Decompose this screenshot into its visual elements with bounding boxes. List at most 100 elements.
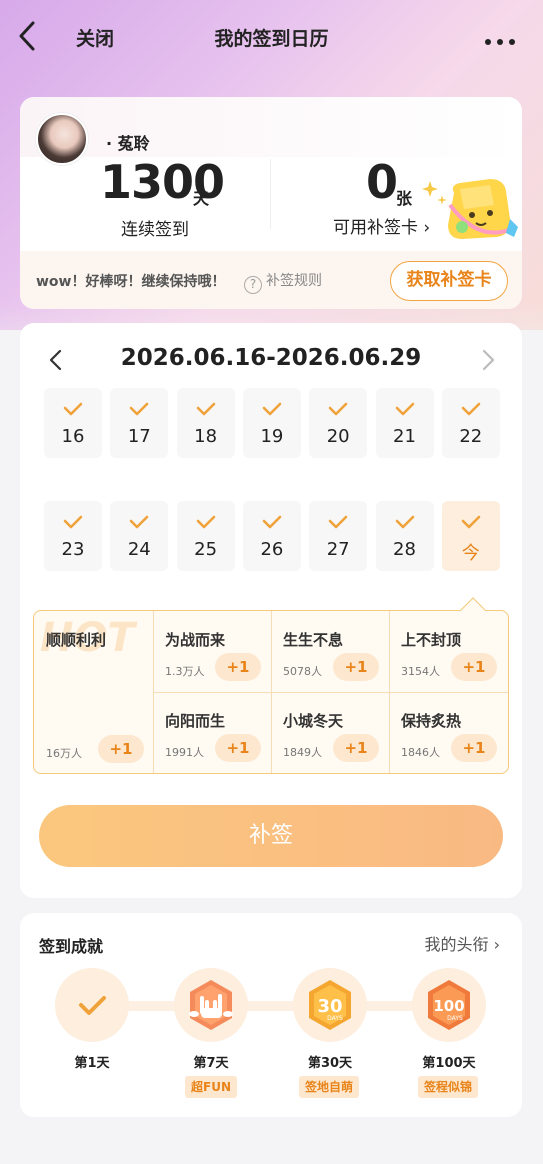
check-icon <box>395 515 414 529</box>
calendar-day[interactable]: 28 <box>375 501 434 571</box>
check-icon <box>328 402 348 416</box>
day-number: 18 <box>194 426 218 447</box>
hot-topic[interactable]: 保持炙热 1846人 +1 <box>389 692 507 773</box>
achievements-card: 签到成就 我的头衔 › 30 DAYS 100 DAYS 第1天 第7天 第30… <box>20 913 522 1117</box>
topic-name: 小城冬天 <box>283 712 344 730</box>
hot-topics-panel: HOT 顺顺利利 16万人 +1 为战而来 1.3万人 +1 生生不息 5078人 +1 上… <box>33 610 509 774</box>
top-bar: 关闭 我的签到日历 <box>0 0 543 72</box>
check-icon <box>461 402 481 416</box>
svg-text:DAYS: DAYS <box>327 1015 343 1022</box>
topic-plus-one-button[interactable]: +1 <box>215 653 261 681</box>
topic-plus-one-button[interactable]: +1 <box>451 653 497 681</box>
calendar-day[interactable]: 23 <box>44 501 102 571</box>
calendar-day[interactable]: 19 <box>242 388 301 458</box>
get-makeup-card-button[interactable]: 获取补签卡 <box>390 261 508 301</box>
achievement-day-1[interactable] <box>55 968 129 1042</box>
day-number: 21 <box>393 426 416 447</box>
topic-plus-one-button[interactable]: +1 <box>333 653 379 681</box>
day-number: 23 <box>61 539 85 560</box>
check-icon <box>63 402 83 416</box>
topic-name: 生生不息 <box>283 631 344 649</box>
calendar-day[interactable]: 27 <box>309 501 368 571</box>
achievement-day-label: 第30天 <box>307 1056 353 1071</box>
30-days-badge-icon: 30 DAYS <box>309 980 351 1030</box>
achievement-day-label: 第1天 <box>74 1056 110 1071</box>
calendar-day[interactable]: 21 <box>375 388 434 458</box>
encouragement-bar: wow！好棒呀！继续保持哦！ ? 补签规则 获取补签卡 <box>20 251 522 309</box>
achievement-title-tag: 签地自萌 <box>299 1076 360 1098</box>
achievement-title-tag: 超FUN <box>185 1076 237 1098</box>
rock-hand-badge-icon <box>189 980 233 1030</box>
calendar-day[interactable]: 20 <box>309 388 368 458</box>
sign-in-rules-label: 补签规则 <box>266 273 322 289</box>
streak-days-unit: 天 <box>193 189 210 208</box>
my-titles-link[interactable]: 我的头衔 › <box>425 931 501 955</box>
day-number: 20 <box>326 426 350 447</box>
check-icon <box>129 515 149 529</box>
available-cards-link[interactable]: 可用补签卡 › <box>333 213 430 238</box>
calendar-day[interactable]: 24 <box>110 501 169 571</box>
check-icon <box>262 515 282 529</box>
date-range: 2026.06.16-2026.06.29 <box>120 345 422 371</box>
check-icon <box>129 402 149 416</box>
check-icon <box>461 515 481 529</box>
sign-in-calendar-card: 2026.06.16-2026.06.29 16 17 18 19 20 21 22 23 24… <box>20 323 522 898</box>
topic-name: 保持炙热 <box>401 712 462 730</box>
makeup-cards-count: 0 <box>366 155 398 209</box>
achievement-day-label: 第100天 <box>422 1056 476 1071</box>
day-number: 17 <box>127 426 151 447</box>
topic-count: 3154人 <box>401 665 440 678</box>
hot-topic[interactable]: 小城冬天 1849人 +1 <box>271 692 389 773</box>
day-number: 27 <box>326 539 350 560</box>
achievement-day-label: 第7天 <box>193 1056 229 1071</box>
check-icon <box>79 996 106 1015</box>
sign-in-summary-card: · 菟聆 1300 天 连续签到 0 张 可用补签卡 › wow！好棒呀！继续保… <box>20 97 522 309</box>
check-icon <box>328 515 348 529</box>
achievement-day-30[interactable]: 30 DAYS <box>293 968 367 1042</box>
question-icon: ? <box>244 276 262 294</box>
svg-text:100: 100 <box>433 997 464 1015</box>
hot-topic[interactable]: 生生不息 5078人 +1 <box>271 611 389 692</box>
calendar-day[interactable]: 22 <box>441 388 500 458</box>
day-number: 16 <box>61 426 85 447</box>
streak-label: 连续签到 <box>121 220 189 240</box>
page-title: 我的签到日历 <box>214 28 329 50</box>
topic-name: 为战而来 <box>165 631 226 649</box>
card-top-tint <box>20 97 522 157</box>
next-period-icon[interactable] <box>478 347 498 373</box>
svg-text:DAYS: DAYS <box>447 1015 463 1022</box>
topic-name: 向阳而生 <box>165 712 226 730</box>
username: · 菟聆 <box>106 134 150 153</box>
calendar-day[interactable]: 18 <box>176 388 235 458</box>
sign-in-rules-link[interactable]: ? 补签规则 <box>244 270 322 294</box>
check-icon <box>262 402 282 416</box>
hot-topic[interactable]: 为战而来 1.3万人 +1 <box>153 611 271 692</box>
hot-topic[interactable]: 向阳而生 1991人 +1 <box>153 692 271 773</box>
day-number: 19 <box>260 426 284 447</box>
more-options-icon[interactable] <box>485 30 521 45</box>
avatar[interactable] <box>36 113 88 165</box>
calendar-day[interactable]: 26 <box>242 501 301 571</box>
topic-plus-one-button[interactable]: +1 <box>98 735 144 763</box>
achievement-day-100[interactable]: 100 DAYS <box>412 968 486 1042</box>
topic-plus-one-button[interactable]: +1 <box>333 734 379 762</box>
check-icon <box>196 402 215 416</box>
check-icon <box>63 515 83 529</box>
day-number: 26 <box>260 539 284 560</box>
topic-count: 1991人 <box>165 746 204 759</box>
topic-name: 上不封顶 <box>401 631 462 649</box>
topic-plus-one-button[interactable]: +1 <box>215 734 261 762</box>
calendar-day[interactable]: 16 <box>44 388 102 458</box>
100-days-badge-icon: 100 DAYS <box>428 980 470 1030</box>
calendar-day[interactable]: 25 <box>176 501 235 571</box>
makeup-sign-in-button[interactable]: 补签 <box>39 805 503 867</box>
calendar-day[interactable]: 17 <box>110 388 169 458</box>
hot-topic-featured[interactable]: 顺顺利利 16万人 +1 <box>34 611 153 773</box>
achievement-day-7[interactable] <box>174 968 248 1042</box>
topic-plus-one-button[interactable]: +1 <box>451 734 497 762</box>
calendar-day-today[interactable]: 今 <box>441 501 500 571</box>
stats-divider <box>270 159 271 229</box>
makeup-cards-unit: 张 <box>396 189 413 208</box>
hot-topic[interactable]: 上不封顶 3154人 +1 <box>389 611 507 692</box>
day-number: 28 <box>393 539 416 560</box>
